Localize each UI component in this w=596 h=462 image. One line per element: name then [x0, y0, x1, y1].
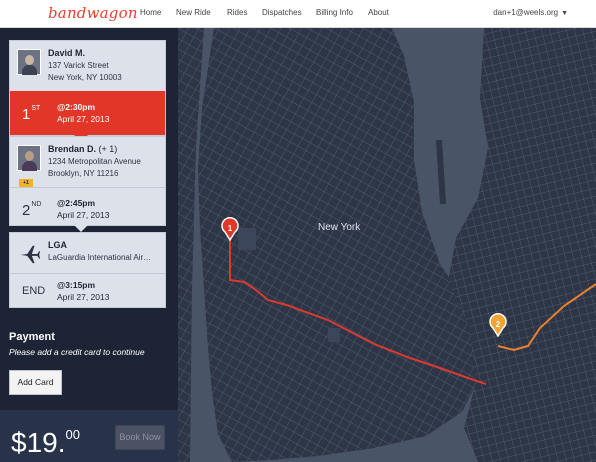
- nav-rides[interactable]: Rides: [227, 8, 247, 17]
- account-menu[interactable]: dan+1@weels.org ▼: [493, 8, 568, 17]
- pickup-date: April 27, 2013: [57, 114, 110, 124]
- airplane-icon: [20, 245, 41, 264]
- top-bar: bandwagon Home New Ride Rides Dispatches…: [0, 0, 596, 28]
- address-line-1: 137 Varick Street: [48, 61, 109, 70]
- stop-order: 1ST: [22, 105, 41, 123]
- destination-name: LGA: [48, 240, 67, 250]
- map-label-new-york: New York: [318, 222, 361, 233]
- address-line-1: 1234 Metropolitan Avenue: [48, 157, 141, 166]
- pickup-date: April 27, 2013: [57, 210, 110, 220]
- stop-card-1[interactable]: David M. 137 Varick Street New York, NY …: [9, 40, 166, 142]
- address-line-2: New York, NY 10003: [48, 73, 122, 82]
- nav-new-ride[interactable]: New Ride: [176, 8, 211, 17]
- stop-card-3[interactable]: LGA LaGuardia International Air… END @3:…: [9, 232, 166, 308]
- account-email: dan+1@weels.org: [493, 8, 559, 17]
- ride-price: $19.00: [11, 427, 80, 458]
- stop-time-2: 2ND @2:45pm April 27, 2013: [10, 187, 165, 232]
- add-card-button[interactable]: Add Card: [9, 370, 62, 395]
- pickup-time: @2:45pm: [57, 198, 96, 208]
- map-pin-1-label: 1: [228, 224, 233, 233]
- chevron-down-icon: ▼: [561, 10, 568, 17]
- map[interactable]: New York 1 2: [178, 28, 596, 462]
- passenger-name: Brendan D. (+ 1): [48, 144, 118, 154]
- avatar: [17, 145, 41, 171]
- nav-billing-info[interactable]: Billing Info: [316, 8, 353, 17]
- avatar: [17, 49, 41, 75]
- nav-dispatches[interactable]: Dispatches: [262, 8, 302, 17]
- logo[interactable]: bandwagon: [48, 4, 138, 22]
- stop-passenger-1: David M. 137 Varick Street New York, NY …: [10, 41, 165, 91]
- stop-destination: LGA LaGuardia International Air…: [10, 233, 165, 273]
- stop-time-1: 1ST @2:30pm April 27, 2013: [10, 91, 165, 142]
- arrival-time: @3:15pm: [57, 280, 96, 290]
- map-pin-2-label: 2: [496, 320, 501, 329]
- card-pointer: [74, 225, 88, 232]
- stop-order: END: [22, 285, 46, 297]
- stop-order: 2ND: [22, 201, 42, 219]
- stop-time-3: END @3:15pm April 27, 2013: [10, 273, 165, 307]
- nav-home[interactable]: Home: [140, 8, 161, 17]
- park: [328, 328, 340, 342]
- map-canvas[interactable]: New York 1 2: [178, 28, 596, 462]
- park: [238, 228, 256, 250]
- book-now-button[interactable]: Book Now: [115, 425, 165, 450]
- pickup-time: @2:30pm: [57, 102, 96, 112]
- stop-passenger-2: +1 Brendan D. (+ 1) 1234 Metropolitan Av…: [10, 137, 165, 188]
- payment-title: Payment: [9, 331, 55, 343]
- destination-address: LaGuardia International Air…: [48, 253, 152, 262]
- stop-card-2[interactable]: +1 Brendan D. (+ 1) 1234 Metropolitan Av…: [9, 136, 166, 232]
- nav-about[interactable]: About: [368, 8, 389, 17]
- passenger-name: David M.: [48, 48, 86, 58]
- address-line-2: Brooklyn, NY 11216: [48, 169, 119, 178]
- arrival-date: April 27, 2013: [57, 292, 110, 302]
- payment-subtitle: Please add a credit card to continue: [9, 347, 145, 357]
